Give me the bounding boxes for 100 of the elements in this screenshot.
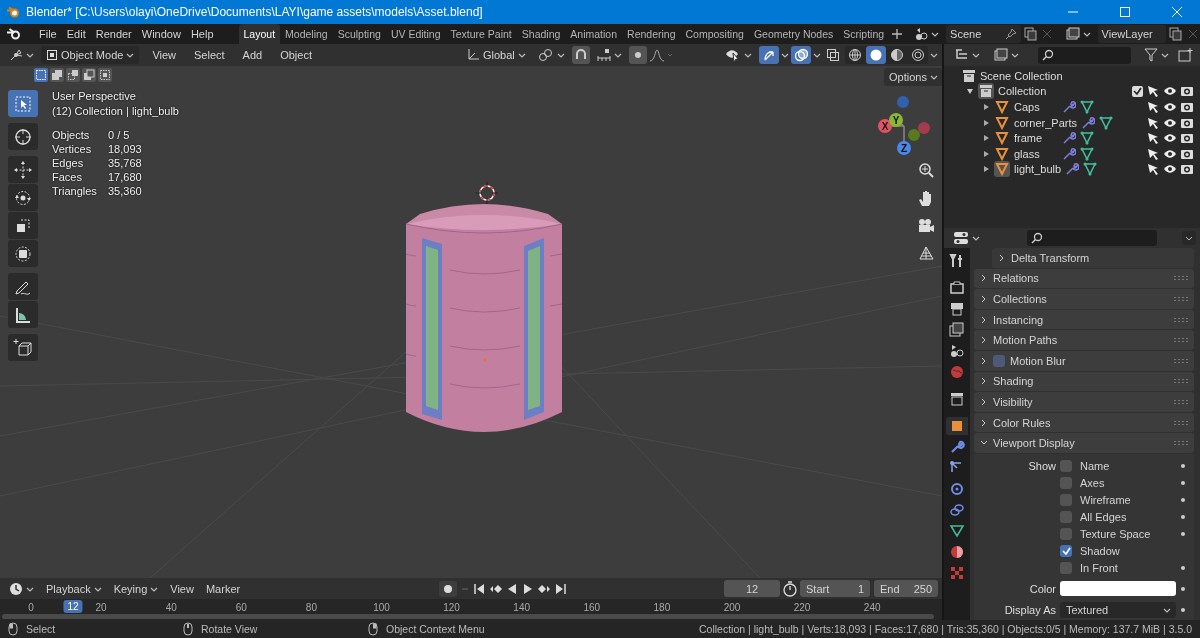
panel-header[interactable]: Relations bbox=[974, 268, 1194, 289]
wrench-icon[interactable] bbox=[1081, 115, 1095, 130]
keyframe-dot-icon[interactable] bbox=[1180, 606, 1186, 613]
eye-icon[interactable] bbox=[1163, 100, 1177, 114]
select-invert-icon[interactable] bbox=[82, 68, 96, 82]
zoom-icon[interactable] bbox=[917, 161, 935, 179]
mesh-data-icon[interactable] bbox=[1083, 162, 1098, 177]
tool-button[interactable] bbox=[8, 156, 38, 183]
wrench-icon[interactable] bbox=[1065, 162, 1080, 177]
gizmo-axis-handle[interactable]: Z bbox=[897, 141, 911, 155]
option-checkbox[interactable] bbox=[1060, 562, 1072, 575]
option-label[interactable]: Wireframe bbox=[1080, 494, 1176, 507]
drag-handle-icon[interactable] bbox=[1174, 275, 1188, 282]
select-arrow-icon[interactable] bbox=[1146, 131, 1160, 146]
option-label[interactable]: Name bbox=[1080, 460, 1176, 473]
wrench-icon[interactable] bbox=[1062, 146, 1076, 161]
gizmo-axis-handle[interactable]: X bbox=[878, 119, 892, 133]
camera-icon[interactable] bbox=[1180, 100, 1194, 114]
camera-icon[interactable] bbox=[1180, 162, 1194, 177]
option-label[interactable]: All Edges bbox=[1080, 511, 1176, 524]
workspace-tab[interactable]: Sculpting bbox=[332, 24, 386, 44]
select-intersect-icon[interactable] bbox=[98, 68, 112, 82]
drag-handle-icon[interactable] bbox=[1174, 296, 1188, 302]
menu-item[interactable]: View bbox=[165, 579, 199, 598]
search-field[interactable] bbox=[1038, 46, 1131, 64]
wrench-icon[interactable] bbox=[1062, 131, 1076, 146]
mesh-data-icon[interactable] bbox=[1080, 100, 1094, 114]
mesh-data-icon[interactable] bbox=[1080, 131, 1094, 146]
drag-handle-icon[interactable] bbox=[1174, 419, 1188, 426]
panel-header[interactable]: Collections bbox=[974, 289, 1194, 309]
keyframe-dot-icon[interactable] bbox=[1180, 531, 1186, 538]
keyframe-dot-icon[interactable] bbox=[1180, 497, 1186, 504]
option-checkbox[interactable] bbox=[1060, 494, 1072, 507]
panel-header[interactable]: Motion Blur bbox=[974, 350, 1194, 371]
overlays-toggle-icon[interactable] bbox=[791, 46, 811, 64]
keyframe-dot-icon[interactable] bbox=[1180, 585, 1186, 592]
select-arrow-icon[interactable] bbox=[1146, 146, 1160, 161]
panel-checkbox[interactable] bbox=[993, 354, 1005, 367]
menu-item[interactable]: Help bbox=[185, 25, 219, 43]
tree-item-label[interactable]: glass bbox=[1014, 147, 1058, 160]
maximize-icon[interactable] bbox=[1119, 7, 1131, 17]
option-checkbox[interactable] bbox=[1060, 477, 1072, 490]
panel-header[interactable]: Instancing bbox=[974, 309, 1194, 330]
tool-button[interactable] bbox=[8, 334, 38, 361]
menu-item[interactable]: Render bbox=[90, 25, 137, 43]
option-label[interactable]: Shadow bbox=[1080, 545, 1176, 558]
menu-item[interactable]: Edit bbox=[61, 25, 91, 43]
tree-item-label[interactable]: Scene Collection bbox=[980, 69, 1063, 82]
workspace-tab[interactable]: Shading bbox=[516, 24, 566, 44]
select-arrow-icon[interactable] bbox=[1146, 162, 1160, 177]
mesh-data-icon[interactable] bbox=[1080, 146, 1094, 161]
proportional-edit-icon[interactable] bbox=[628, 46, 647, 64]
tree-item-label[interactable]: Caps bbox=[1014, 101, 1058, 113]
menu-item[interactable]: Add bbox=[237, 46, 268, 64]
keyframe-dot-icon[interactable] bbox=[1180, 463, 1186, 470]
drag-handle-icon[interactable] bbox=[1174, 357, 1188, 364]
tool-button[interactable] bbox=[8, 212, 38, 239]
option-checkbox[interactable] bbox=[1060, 511, 1072, 524]
tree-item-label[interactable]: Collection bbox=[998, 85, 1047, 98]
panel-header[interactable]: Visibility bbox=[974, 392, 1194, 412]
workspace-tab[interactable]: Rendering bbox=[622, 24, 681, 44]
panel-header[interactable]: Viewport Display bbox=[974, 433, 1194, 453]
playhead-frame-indicator[interactable]: 12 bbox=[63, 600, 83, 613]
option-label[interactable]: Axes bbox=[1080, 477, 1176, 490]
option-checkbox[interactable] bbox=[1060, 460, 1072, 473]
workspace-tab[interactable]: Animation bbox=[565, 24, 623, 44]
end-frame-field[interactable]: End 250 bbox=[874, 580, 938, 597]
select-set-icon[interactable] bbox=[34, 68, 48, 82]
display-as-dropdown[interactable]: Textured bbox=[1060, 601, 1176, 618]
disclosure-triangle-icon[interactable] bbox=[966, 87, 974, 96]
tree-item-label[interactable]: light_bulb bbox=[1014, 163, 1062, 176]
tree-item-label[interactable]: frame bbox=[1014, 132, 1058, 145]
copy-icon[interactable] bbox=[1168, 27, 1184, 41]
workspace-tab[interactable]: Geometry Nodes bbox=[748, 24, 839, 44]
record-icon[interactable] bbox=[439, 580, 458, 597]
menu-item[interactable]: Window bbox=[136, 25, 186, 43]
select-arrow-icon[interactable] bbox=[1146, 115, 1160, 130]
mesh-data-icon[interactable] bbox=[1099, 115, 1113, 130]
view-layer-name-field[interactable]: ViewLayer bbox=[1097, 25, 1166, 43]
scene-name-field[interactable]: Scene bbox=[946, 25, 1021, 43]
solid-shading-icon[interactable] bbox=[866, 46, 886, 64]
options-button[interactable]: Options bbox=[884, 68, 942, 86]
mode-dropdown[interactable]: Object Mode bbox=[41, 46, 140, 64]
gizmo-toggle-icon[interactable] bbox=[759, 46, 779, 64]
jump-end-icon[interactable] bbox=[553, 581, 568, 596]
gizmo-axis-handle[interactable]: Y bbox=[889, 113, 903, 127]
timeline-scrollbar[interactable] bbox=[2, 614, 934, 619]
drag-handle-icon[interactable] bbox=[1174, 337, 1188, 344]
menu-item[interactable]: View bbox=[147, 46, 182, 64]
tool-button[interactable] bbox=[8, 123, 38, 150]
search-field[interactable] bbox=[1027, 230, 1157, 246]
tool-button[interactable] bbox=[8, 301, 38, 328]
panel-header[interactable]: Delta Transform bbox=[992, 248, 1194, 268]
copy-icon[interactable] bbox=[1022, 27, 1039, 41]
properties-tab[interactable] bbox=[946, 417, 968, 435]
menu-dropdown[interactable]: Playback bbox=[41, 579, 107, 598]
tree-item-label[interactable]: corner_Parts bbox=[1014, 116, 1077, 129]
option-label[interactable]: In Front bbox=[1080, 562, 1176, 575]
menu-item[interactable]: Marker bbox=[200, 579, 246, 598]
workspace-tab[interactable]: Compositing bbox=[680, 24, 749, 44]
